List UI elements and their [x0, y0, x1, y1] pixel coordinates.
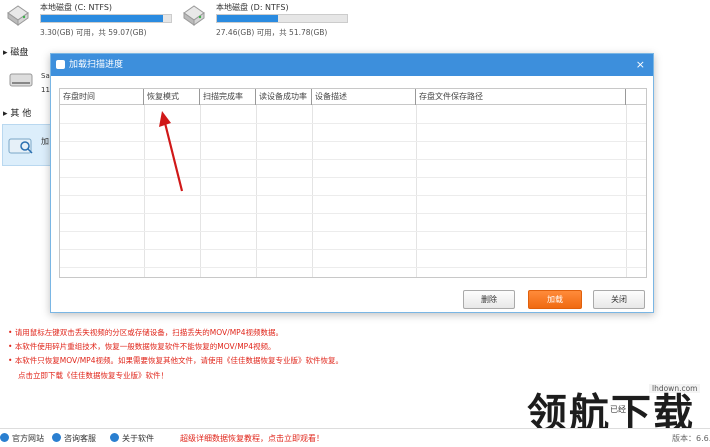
hard-drive-icon[interactable] — [4, 3, 32, 27]
load-tile-label: 加 — [41, 137, 49, 146]
version-label: 版本：6.6.7 — [672, 434, 710, 443]
scan-progress-table[interactable]: 存盘时间 恢复模式 扫描完成率 读设备成功率 设备描述 存盘文件保存路径 — [59, 88, 647, 278]
load-button[interactable]: 加载 — [528, 290, 582, 309]
instruction-note: • 本软件只恢复MOV/MP4视频。如果需要恢复其他文件，请使用《佳佳数据恢复专… — [8, 356, 343, 365]
column-header[interactable]: 恢复模式 — [144, 89, 200, 105]
status-bar: 官方网站 咨询客服 关于软件 超级详细数据恢复教程，点击立即观看！ 版本：6.6… — [0, 428, 710, 447]
column-header[interactable]: 存盘时间 — [60, 89, 144, 105]
support-link[interactable]: 咨询客服 — [52, 433, 96, 444]
drive-11-label: 11 — [41, 86, 50, 94]
chat-icon — [52, 433, 61, 442]
delete-button[interactable]: 删除 — [463, 290, 515, 309]
load-scan-progress-dialog: 加载扫描进度 × 存盘时间 恢复模式 扫描完成率 读设备成功率 设备描述 存盘文… — [50, 53, 654, 313]
load-scan-icon — [8, 138, 33, 154]
close-button[interactable]: 关闭 — [593, 290, 645, 309]
instruction-note: • 请用鼠标左键双击丢失视频的分区或存储设备，扫描丢失的MOV/MP4视频数据。 — [8, 328, 283, 337]
disk-section-label: ▸ 磁盘 — [3, 48, 29, 58]
info-icon — [110, 433, 119, 442]
app-icon — [56, 60, 65, 69]
drive-c-usage-text: 3.30(GB) 可用，共 59.07(GB) — [40, 28, 147, 37]
hard-drive-icon[interactable] — [8, 70, 34, 90]
drive-c-usage-bar — [40, 14, 172, 23]
about-link[interactable]: 关于软件 — [110, 433, 154, 444]
column-header[interactable]: 扫描完成率 — [200, 89, 256, 105]
table-header: 存盘时间 恢复模式 扫描完成率 读设备成功率 设备描述 存盘文件保存路径 — [60, 89, 646, 105]
globe-icon — [0, 433, 9, 442]
close-icon[interactable]: × — [636, 57, 645, 73]
dialog-title: 加载扫描进度 — [69, 60, 124, 70]
drive-d-name[interactable]: 本地磁盘 (D: NTFS) — [216, 2, 289, 13]
column-header[interactable]: 设备描述 — [312, 89, 416, 105]
column-header[interactable]: 存盘文件保存路径 — [416, 89, 626, 105]
drive-sa-label: Sa — [41, 72, 50, 80]
drive-d-usage-bar — [216, 14, 348, 23]
dialog-title-bar[interactable]: 加载扫描进度 × — [51, 54, 653, 76]
website-link[interactable]: 官方网站 — [0, 433, 44, 444]
column-header[interactable]: 读设备成功率 — [256, 89, 312, 105]
annotation-arrow — [159, 111, 184, 192]
download-pro-link[interactable]: 点击立即下载《佳佳数据恢复专业版》软件！ — [18, 371, 168, 381]
hard-drive-icon[interactable] — [180, 3, 208, 27]
instruction-note: • 本软件使用碎片重组技术，恢复一般数据恢复软件不能恢复的MOV/MP4视频。 — [8, 342, 276, 351]
drive-d-usage-text: 27.46(GB) 可用，共 51.78(GB) — [216, 28, 328, 37]
tutorial-link[interactable]: 超级详细数据恢复教程，点击立即观看！ — [180, 433, 324, 444]
drive-c-name[interactable]: 本地磁盘 (C: NTFS) — [40, 2, 112, 13]
other-section-label: ▸ 其 他 — [3, 109, 32, 119]
